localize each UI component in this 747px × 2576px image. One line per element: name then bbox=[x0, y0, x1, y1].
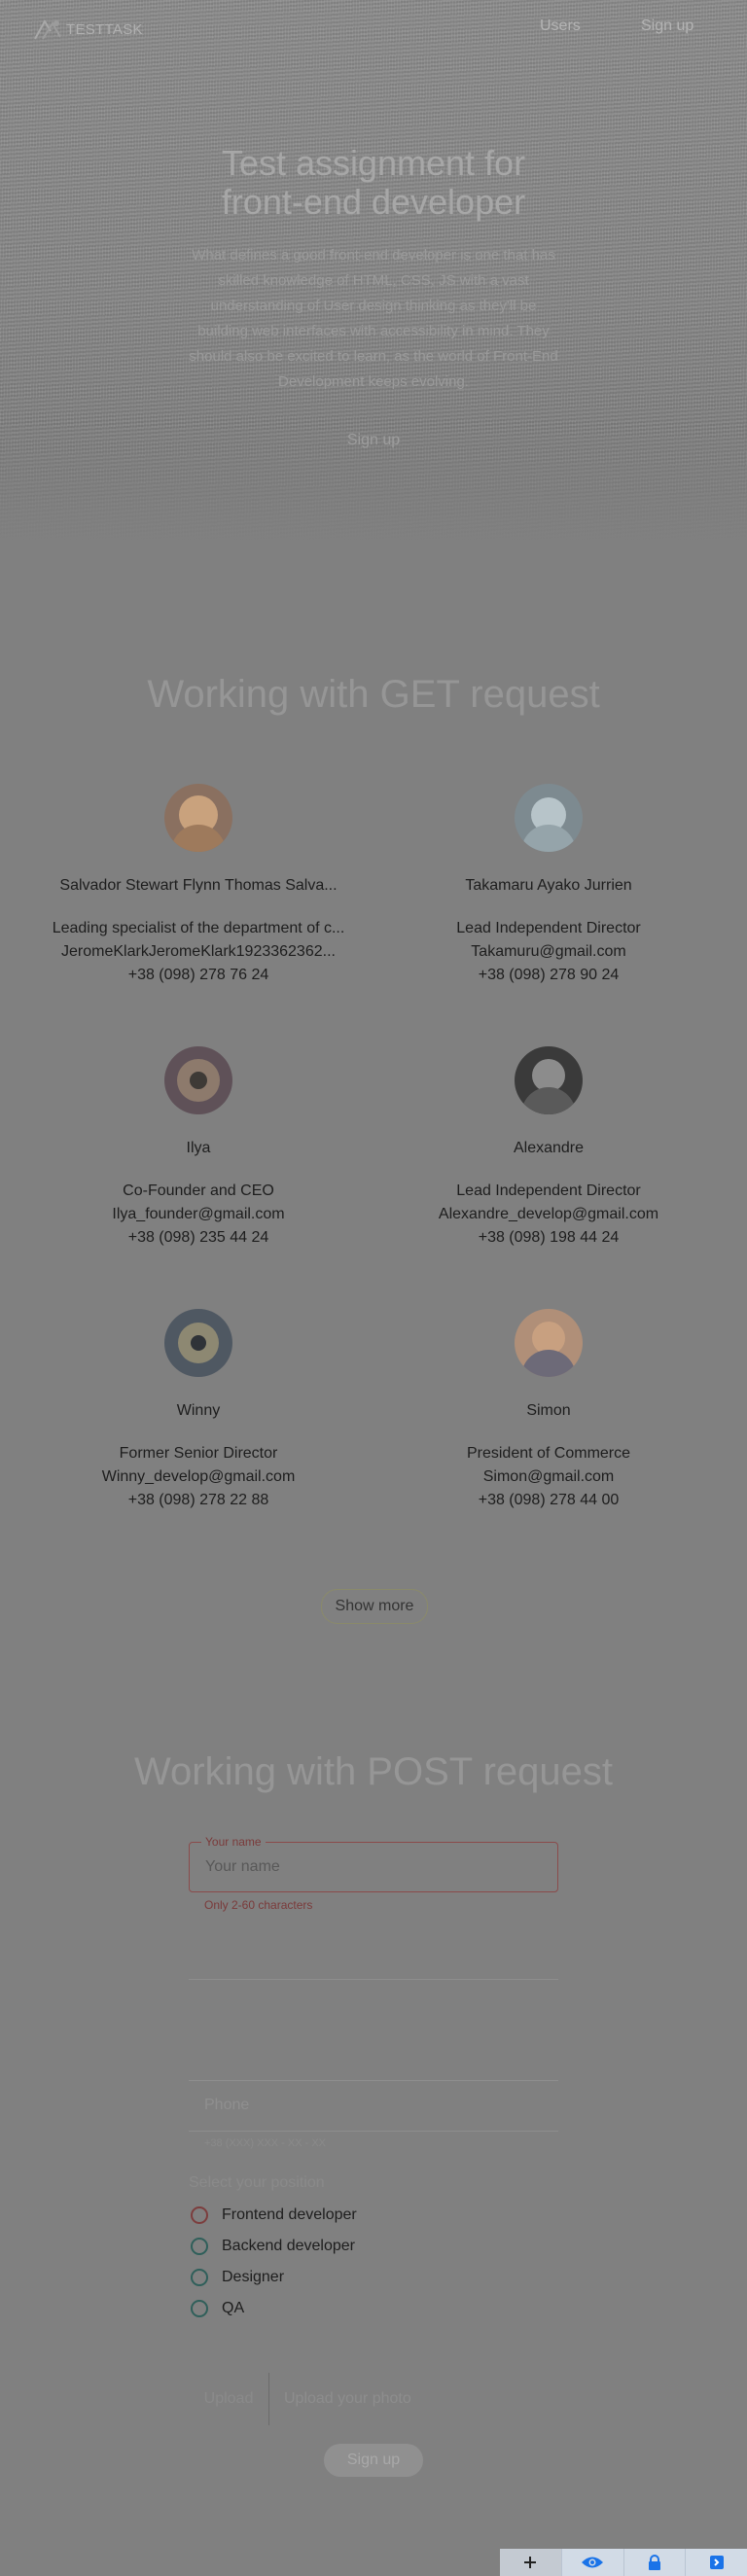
radio-button[interactable] bbox=[191, 2206, 208, 2224]
hero-signup-button[interactable]: Sign up bbox=[329, 424, 418, 457]
avatar-image bbox=[164, 1046, 232, 1114]
hero-title: Test assignment for front-end developer bbox=[221, 143, 526, 222]
position-option-label: Designer bbox=[222, 2269, 285, 2285]
phone-field-underline bbox=[189, 2131, 558, 2132]
user-card: Alexandre Lead Independent Director Alex… bbox=[388, 1046, 709, 1247]
position-option-label: QA bbox=[222, 2300, 245, 2316]
phone-input[interactable]: Phone bbox=[204, 2097, 249, 2114]
name-input[interactable]: Your name bbox=[205, 1858, 280, 1876]
user-position: Lead Independent Director bbox=[456, 1182, 641, 1199]
user-email: Alexandre_develop@gmail.com bbox=[438, 1206, 659, 1222]
exit-icon[interactable] bbox=[685, 2549, 747, 2576]
name-field-legend: Your name bbox=[201, 1835, 266, 1849]
position-option-label: Backend developer bbox=[222, 2238, 355, 2254]
avatar-image bbox=[515, 784, 583, 852]
user-position: Leading specialist of the department of … bbox=[52, 920, 345, 936]
avatar bbox=[515, 1046, 583, 1114]
avatar bbox=[164, 784, 232, 852]
user-email: Winny_develop@gmail.com bbox=[101, 1468, 296, 1485]
phone-field[interactable]: Phone bbox=[189, 2081, 558, 2132]
logo-text: TESTTASK bbox=[66, 20, 143, 38]
user-phone: +38 (098) 278 22 88 bbox=[127, 1492, 269, 1508]
user-name: Takamaru Ayako Jurrien bbox=[465, 877, 632, 894]
name-helper-text: Only 2-60 characters bbox=[204, 1898, 313, 1912]
header: TESTTASK Users Sign up bbox=[0, 0, 747, 58]
avatar bbox=[164, 1046, 232, 1114]
user-phone: +38 (098) 198 44 24 bbox=[478, 1229, 620, 1246]
user-email: Simon@gmail.com bbox=[482, 1468, 615, 1485]
user-email: Ilya_founder@gmail.com bbox=[112, 1206, 285, 1222]
photo-upload: Upload Upload your photo bbox=[189, 2373, 558, 2425]
phone-helper-text: +38 (XXX) XXX - XX - XX bbox=[204, 2137, 327, 2149]
avatar-image bbox=[164, 784, 232, 852]
crosshair-icon[interactable] bbox=[500, 2549, 561, 2576]
user-phone: +38 (098) 278 44 00 bbox=[478, 1492, 620, 1508]
upload-button[interactable]: Upload bbox=[189, 2373, 269, 2425]
position-option-label: Frontend developer bbox=[222, 2206, 357, 2223]
user-position: Co-Founder and CEO bbox=[123, 1182, 274, 1199]
upload-placeholder[interactable]: Upload your photo bbox=[284, 2373, 411, 2425]
user-name: Winny bbox=[176, 1402, 221, 1419]
user-position: Former Senior Director bbox=[119, 1445, 278, 1462]
user-card: Winny Former Senior Director Winny_devel… bbox=[38, 1309, 359, 1509]
eye-icon[interactable] bbox=[560, 2549, 623, 2576]
show-more-button[interactable]: Show more bbox=[321, 1589, 428, 1624]
user-name: Alexandre bbox=[513, 1140, 585, 1156]
user-card: Takamaru Ayako Jurrien Lead Independent … bbox=[388, 784, 709, 984]
position-option[interactable]: Designer bbox=[189, 2262, 558, 2293]
logo-icon bbox=[34, 19, 61, 40]
user-phone: +38 (098) 235 44 24 bbox=[127, 1229, 269, 1246]
position-option[interactable]: Frontend developer bbox=[189, 2200, 558, 2231]
signup-form: Your name Your name Only 2-60 characters… bbox=[189, 1835, 558, 2425]
get-section-title: Working with GET request bbox=[147, 673, 600, 716]
user-name: Simon bbox=[526, 1402, 571, 1419]
user-phone: +38 (098) 278 90 24 bbox=[478, 967, 620, 983]
avatar bbox=[164, 1309, 232, 1377]
user-position: President of Commerce bbox=[466, 1445, 631, 1462]
blank-field[interactable] bbox=[189, 2030, 558, 2081]
name-field[interactable]: Your name Your name bbox=[189, 1835, 558, 1892]
avatar bbox=[515, 784, 583, 852]
post-section-title: Working with POST request bbox=[133, 1750, 614, 1793]
user-email: JeromeKlarkJeromeKlark1923362362... bbox=[61, 943, 336, 960]
position-radio-group: Frontend developer Backend developer Des… bbox=[189, 2200, 558, 2324]
position-option[interactable]: QA bbox=[189, 2293, 558, 2324]
avatar-image bbox=[515, 1046, 583, 1114]
lock-icon[interactable] bbox=[622, 2549, 686, 2576]
radio-button[interactable] bbox=[191, 2300, 208, 2317]
email-field[interactable] bbox=[189, 1929, 558, 1980]
submit-signup-button[interactable]: Sign up bbox=[324, 2444, 423, 2477]
extension-toolbar bbox=[500, 2549, 747, 2576]
avatar bbox=[515, 1309, 583, 1377]
avatar-image bbox=[515, 1309, 583, 1377]
radio-button[interactable] bbox=[191, 2238, 208, 2255]
radio-button[interactable] bbox=[191, 2269, 208, 2286]
position-option[interactable]: Backend developer bbox=[189, 2231, 558, 2262]
user-name: Salvador Stewart Flynn Thomas Salva... bbox=[59, 877, 338, 894]
logo[interactable]: TESTTASK bbox=[31, 16, 143, 43]
user-position: Lead Independent Director bbox=[456, 920, 641, 936]
position-label: Select your position bbox=[189, 2174, 325, 2191]
email-field-underline bbox=[189, 1979, 558, 1980]
user-email: Takamuru@gmail.com bbox=[471, 943, 626, 960]
user-card: Ilya Co-Founder and CEO Ilya_founder@gma… bbox=[38, 1046, 359, 1247]
user-card: Simon President of Commerce Simon@gmail.… bbox=[388, 1309, 709, 1509]
signup-nav-button[interactable]: Sign up bbox=[641, 18, 694, 35]
user-card: Salvador Stewart Flynn Thomas Salva... L… bbox=[38, 784, 359, 984]
users-nav-button[interactable]: Users bbox=[540, 18, 581, 35]
hero-text: What defines a good front-end developer … bbox=[189, 247, 558, 390]
user-phone: +38 (098) 278 76 24 bbox=[127, 967, 269, 983]
avatar-image bbox=[164, 1309, 232, 1377]
user-name: Ilya bbox=[186, 1140, 211, 1156]
